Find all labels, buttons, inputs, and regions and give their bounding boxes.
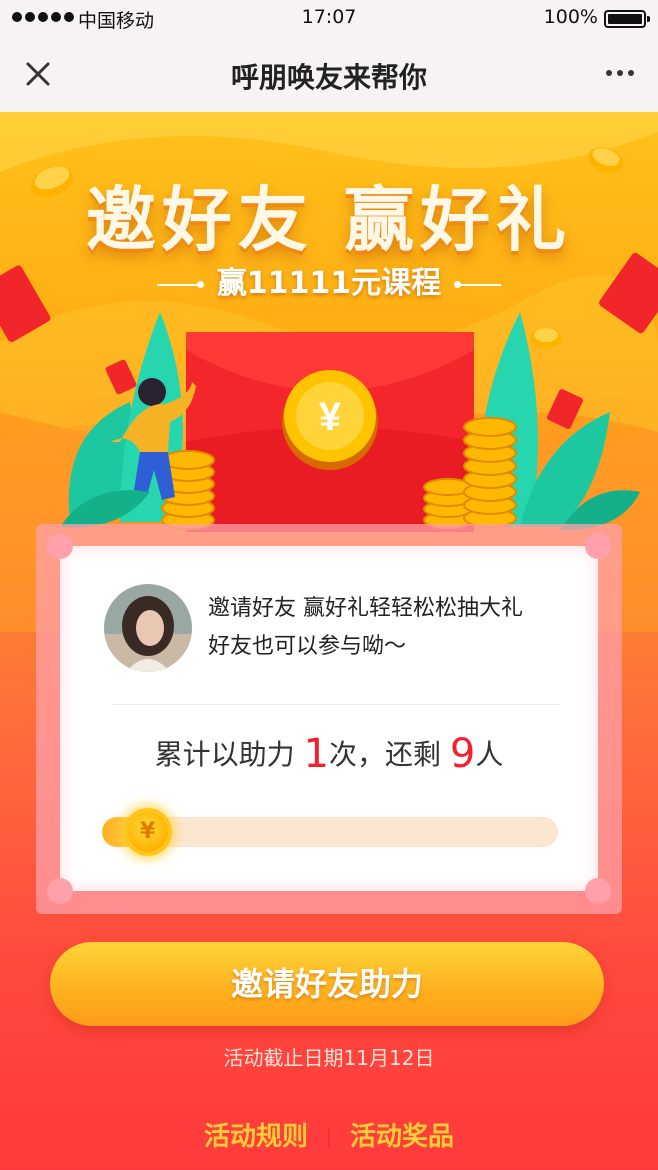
invite-friends-button[interactable]: 邀请好友助力 xyxy=(50,942,604,1026)
count-middle: 次，还剩 xyxy=(328,738,450,771)
card-notch xyxy=(47,533,73,559)
red-envelope-illustration: ¥ xyxy=(60,312,640,532)
subline-left-decoration xyxy=(156,281,204,288)
invite-card: 邀请好友 赢好礼轻轻松松抽大礼 好友也可以参与呦～ 累计以助力 1次，还剩 9人… xyxy=(47,533,611,904)
help-progress-bar: ¥ xyxy=(102,808,558,856)
rules-link[interactable]: 活动规则 xyxy=(204,1122,308,1152)
page-title: 呼朋唤友来帮你 xyxy=(230,61,427,94)
battery-icon xyxy=(604,10,650,28)
more-options-icon[interactable] xyxy=(606,70,634,76)
invite-message: 邀请好友 赢好礼轻轻松松抽大礼 好友也可以参与呦～ xyxy=(208,590,578,666)
card-notch xyxy=(47,878,73,904)
svg-text:¥: ¥ xyxy=(319,395,342,439)
deadline-text: 活动截止日期11月12日 xyxy=(223,1046,435,1070)
progress-coin-icon: ¥ xyxy=(123,808,172,856)
status-bar: 中国移动 17:07 100% xyxy=(0,0,658,36)
card-divider xyxy=(112,704,560,705)
nav-bar: 呼朋唤友来帮你 xyxy=(0,36,658,112)
link-separator xyxy=(328,1128,330,1147)
headline: 邀好友 赢好礼 xyxy=(85,179,573,261)
prizes-link[interactable]: 活动奖品 xyxy=(350,1122,454,1152)
remaining-count: 9 xyxy=(449,731,476,777)
main-area: 邀好友 赢好礼 赢11111元课程 ¥ 邀请好友 赢好礼轻轻松松抽大礼 好友也可… xyxy=(0,112,658,1170)
count-prefix: 累计以助力 xyxy=(154,738,304,771)
invite-message-line1: 邀请好友 赢好礼轻轻松松抽大礼 xyxy=(208,596,523,621)
count-suffix: 人 xyxy=(475,738,504,771)
subline-right-decoration xyxy=(454,281,502,288)
battery-percent: 100% xyxy=(543,6,598,28)
help-count: 累计以助力 1次，还剩 9人 xyxy=(60,731,598,777)
helped-count: 1 xyxy=(303,731,329,777)
card-notch xyxy=(585,878,611,904)
avatar xyxy=(104,584,192,672)
footer-links: 活动规则 活动奖品 xyxy=(0,1116,658,1153)
invite-message-line2: 好友也可以参与呦～ xyxy=(208,634,407,659)
card-notch xyxy=(585,533,611,559)
